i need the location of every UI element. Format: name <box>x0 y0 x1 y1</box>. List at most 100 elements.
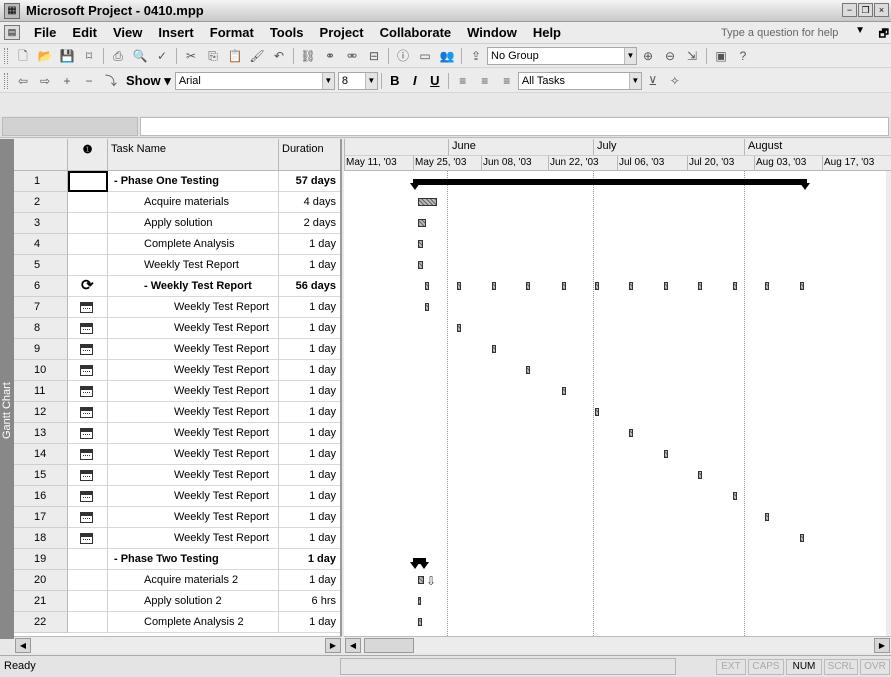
duration-cell[interactable]: 1 day <box>279 570 340 591</box>
indent-icon[interactable]: ⇨ <box>35 72 55 90</box>
duration-cell[interactable]: 2 days <box>279 213 340 234</box>
menu-project[interactable]: Project <box>312 25 372 40</box>
maximize-button[interactable]: ❐ <box>858 3 873 17</box>
row-id-cell[interactable]: 9 <box>14 339 68 360</box>
table-row[interactable]: 18 Weekly Test Report 1 day <box>14 528 340 549</box>
table-row[interactable]: 17 Weekly Test Report 1 day <box>14 507 340 528</box>
duration-header[interactable]: Duration <box>279 139 340 171</box>
indicator-cell[interactable] <box>68 591 108 612</box>
zoom-in-icon[interactable]: ⊕ <box>638 47 658 65</box>
font-size-combo[interactable]: 8 ▼ <box>337 71 378 90</box>
table-row[interactable]: 11 Weekly Test Report 1 day <box>14 381 340 402</box>
rollup-bar[interactable] <box>800 282 804 290</box>
print-icon[interactable]: ⎙ <box>108 47 128 65</box>
print-preview-icon[interactable]: 🔍 <box>130 47 150 65</box>
publish-icon[interactable]: ⇪ <box>466 47 486 65</box>
indicator-cell[interactable] <box>68 213 108 234</box>
align-right-icon[interactable]: ≡ <box>497 72 517 90</box>
view-bar[interactable]: Gantt Chart <box>0 139 14 639</box>
document-restore-icon[interactable]: 🗗 <box>879 25 889 44</box>
task-name-cell[interactable]: Apply solution <box>108 213 279 234</box>
rollup-bar[interactable] <box>765 282 769 290</box>
minimize-button[interactable]: − <box>842 3 857 17</box>
menu-format[interactable]: Format <box>202 25 262 40</box>
row-id-cell[interactable]: 18 <box>14 528 68 549</box>
save-icon[interactable]: 💾 <box>57 47 77 65</box>
summary-bar-phase-one[interactable] <box>413 179 807 185</box>
duration-cell[interactable]: 1 day <box>279 486 340 507</box>
task-name-cell[interactable]: Weekly Test Report <box>108 381 279 402</box>
assign-resources-icon[interactable]: 👥 <box>437 47 457 65</box>
duration-cell[interactable]: 4 days <box>279 192 340 213</box>
task-bar[interactable] <box>418 618 422 626</box>
cut-icon[interactable]: ✂ <box>181 47 201 65</box>
task-bar[interactable] <box>800 534 804 542</box>
scroll-thumb[interactable] <box>364 638 414 653</box>
outdent-icon[interactable]: ⇦ <box>13 72 33 90</box>
task-name-cell[interactable]: - Phase Two Testing <box>108 549 279 570</box>
rollup-bar[interactable] <box>492 282 496 290</box>
chevron-down-icon[interactable]: ▼ <box>321 72 334 89</box>
rollup-bar[interactable] <box>595 282 599 290</box>
duration-cell[interactable]: 1 day <box>279 507 340 528</box>
indicator-cell[interactable] <box>68 465 108 486</box>
duration-cell[interactable]: 1 day <box>279 402 340 423</box>
task-bar[interactable] <box>629 429 633 437</box>
task-name-cell[interactable]: Weekly Test Report <box>108 444 279 465</box>
chevron-down-icon[interactable]: ▼ <box>364 72 377 89</box>
indicator-cell[interactable] <box>68 444 108 465</box>
task-name-cell[interactable]: Weekly Test Report <box>108 402 279 423</box>
row-id-cell[interactable]: 14 <box>14 444 68 465</box>
task-name-cell[interactable]: - Phase One Testing <box>108 171 279 192</box>
row-id-cell[interactable]: 19 <box>14 549 68 570</box>
duration-cell[interactable]: 1 day <box>279 360 340 381</box>
chevron-down-icon[interactable]: ▼ <box>628 72 641 89</box>
format-painter-icon[interactable]: 🖌 <box>247 47 267 65</box>
table-row[interactable]: 5 Weekly Test Report 1 day <box>14 255 340 276</box>
chevron-down-icon[interactable]: ▼ <box>624 47 636 64</box>
row-id-cell[interactable]: 6 <box>14 276 68 297</box>
duration-cell[interactable]: 1 day <box>279 528 340 549</box>
indicator-cell[interactable] <box>68 528 108 549</box>
task-name-cell[interactable]: Weekly Test Report <box>108 318 279 339</box>
table-horizontal-scrollbar[interactable]: ◀ ▶ <box>14 636 342 653</box>
task-bar[interactable] <box>418 198 437 206</box>
scroll-left-icon[interactable]: ◀ <box>15 638 31 653</box>
indicators-header[interactable]: ❶ <box>68 139 108 171</box>
task-name-cell[interactable]: Weekly Test Report <box>108 339 279 360</box>
row-id-cell[interactable]: 10 <box>14 360 68 381</box>
show-subtasks-icon[interactable]: + <box>57 72 77 90</box>
row-id-cell[interactable]: 12 <box>14 402 68 423</box>
task-bar[interactable] <box>457 324 461 332</box>
underline-button[interactable]: U <box>425 72 445 90</box>
row-id-cell[interactable]: 22 <box>14 612 68 633</box>
task-bar[interactable] <box>733 492 737 500</box>
indicator-cell[interactable] <box>68 192 108 213</box>
autofilter-icon[interactable]: ⊻ <box>643 72 663 90</box>
task-name-cell[interactable]: Weekly Test Report <box>108 360 279 381</box>
table-row[interactable]: 21 Apply solution 26 hrs <box>14 591 340 612</box>
row-id-cell[interactable]: 2 <box>14 192 68 213</box>
duration-cell[interactable]: 1 day <box>279 612 340 633</box>
task-name-cell[interactable]: Weekly Test Report <box>108 255 279 276</box>
italic-button[interactable]: I <box>405 72 425 90</box>
task-name-cell[interactable]: Acquire materials <box>108 192 279 213</box>
help-icon[interactable]: ? <box>733 47 753 65</box>
table-row[interactable]: 3 Apply solution 2 days <box>14 213 340 234</box>
task-name-cell[interactable]: Apply solution 2 <box>108 591 279 612</box>
table-row[interactable]: 6 ⟳ - Weekly Test Report 56 days <box>14 276 340 297</box>
indicator-cell[interactable] <box>68 318 108 339</box>
menu-view[interactable]: View <box>105 25 150 40</box>
toolbar-grip[interactable] <box>4 47 8 64</box>
table-row[interactable]: 14 Weekly Test Report 1 day <box>14 444 340 465</box>
row-id-cell[interactable]: 17 <box>14 507 68 528</box>
duration-cell[interactable]: 1 day <box>279 318 340 339</box>
table-row[interactable]: 12 Weekly Test Report 1 day <box>14 402 340 423</box>
task-name-header[interactable]: Task Name <box>108 139 279 171</box>
menu-help[interactable]: Help <box>525 25 569 40</box>
align-center-icon[interactable]: ≡ <box>475 72 495 90</box>
rollup-bar[interactable] <box>733 282 737 290</box>
show-menu-button[interactable]: Show ▾ <box>122 73 175 89</box>
document-icon[interactable]: ▤ <box>4 25 20 40</box>
scroll-left-icon[interactable]: ◀ <box>345 638 361 653</box>
